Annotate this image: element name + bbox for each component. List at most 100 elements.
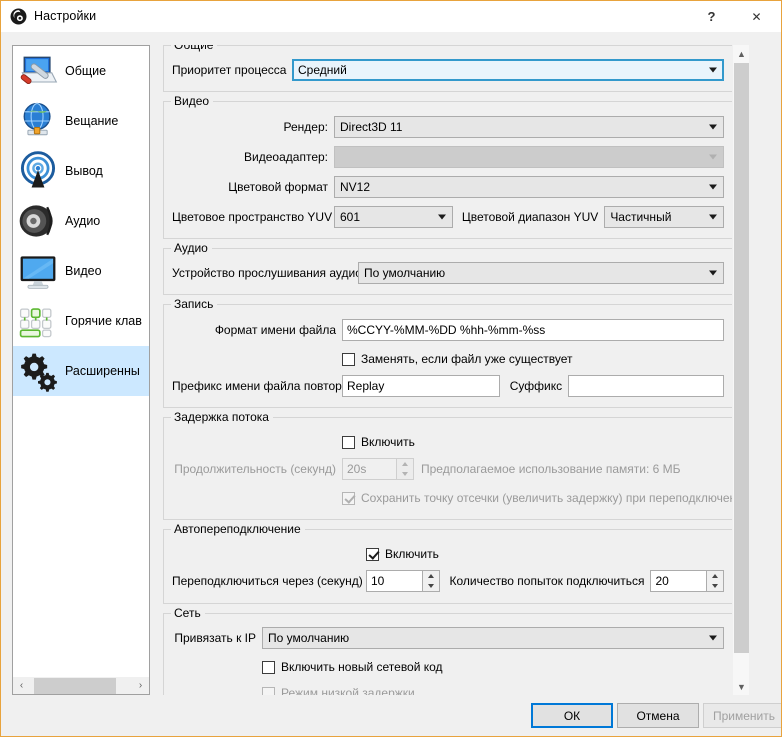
bind-to-ip-label: Привязать к IP [172, 631, 262, 645]
scrollbar-thumb[interactable] [734, 63, 749, 653]
sidebar-item-stream[interactable]: Вещание [13, 96, 149, 146]
auto-reconnect-enable-label: Включить [385, 547, 439, 561]
bind-to-ip-combo[interactable]: По умолчанию [262, 627, 724, 649]
content-vertical-scrollbar[interactable]: ▲ ▼ [732, 45, 749, 695]
color-format-combo[interactable]: NV12 [334, 176, 724, 198]
low-latency-label: Режим низкой задержки [281, 686, 415, 695]
stream-delay-duration-label: Продолжительность (секунд) [172, 462, 342, 476]
window-title: Настройки [34, 9, 96, 23]
overwrite-label: Заменять, если файл уже существует [361, 352, 573, 366]
filename-format-label: Формат имени файла [172, 323, 342, 337]
retry-delay-label: Переподключиться через (секунд) [172, 574, 366, 588]
audio-icon [16, 199, 60, 243]
scroll-down-icon[interactable]: ▼ [733, 678, 749, 695]
close-button[interactable]: ✕ [734, 1, 779, 32]
video-icon [16, 249, 60, 293]
sidebar-item-general[interactable]: Общие [13, 46, 149, 96]
settings-category-list[interactable]: Общие Вещание Вывод [12, 45, 150, 695]
row-filename-format: Формат имени файла %CCYY-%MM-%DD %hh-%mm… [172, 319, 724, 341]
spinner-down-icon[interactable] [707, 581, 723, 591]
memory-usage-hint: Предполагаемое использование памяти: 6 М… [421, 462, 681, 476]
group-auto-reconnect: Автопереподключение Включить Переподключ… [163, 529, 733, 604]
replay-prefix-input[interactable]: Replay [342, 375, 500, 397]
sidebar-item-hotkeys[interactable]: Горячие клав [13, 296, 149, 346]
row-overwrite: Заменять, если файл уже существует [342, 349, 724, 369]
max-retries-label: Количество попыток подключиться [440, 574, 651, 588]
apply-button: Применить [703, 703, 782, 728]
group-title: Видео [171, 94, 213, 108]
group-title: Аудио [171, 241, 212, 255]
chevron-down-icon [709, 68, 717, 73]
overwrite-checkbox[interactable] [342, 353, 355, 366]
yuv-color-space-combo[interactable]: 601 [334, 206, 453, 228]
chevron-down-icon [709, 215, 717, 220]
yuv-color-range-label: Цветовой диапазон YUV [453, 210, 604, 224]
yuv-color-space-label: Цветовое пространство YUV [172, 210, 334, 224]
yuv-color-range-combo[interactable]: Частичный [604, 206, 724, 228]
spinner-up-icon[interactable] [707, 571, 723, 581]
process-priority-label: Приоритет процесса [172, 63, 292, 77]
spinner-buttons[interactable] [422, 571, 439, 591]
sidebar-item-label: Аудио [65, 214, 100, 228]
sidebar-item-advanced[interactable]: Расширенны [13, 346, 149, 396]
stream-delay-duration-value: 20s [347, 462, 366, 476]
sidebar-item-label: Горячие клав [65, 314, 142, 328]
process-priority-value: Средний [298, 63, 347, 77]
sidebar-item-output[interactable]: Вывод [13, 146, 149, 196]
settings-content-pane: Общие Приоритет процесса Средний Видео Р… [161, 45, 749, 695]
sidebar-horizontal-scrollbar[interactable]: ‹ › [13, 676, 149, 694]
group-stream-delay: Задержка потока Включить Продолжительнос… [163, 417, 733, 520]
scrollbar-thumb[interactable] [34, 678, 116, 694]
spinner-up-icon[interactable] [423, 571, 439, 581]
output-icon [16, 149, 60, 193]
cancel-button[interactable]: Отмена [617, 703, 699, 728]
chevron-down-icon [709, 185, 717, 190]
row-bind-ip: Привязать к IP По умолчанию [172, 627, 724, 649]
group-network: Сеть Привязать к IP По умолчанию Включит… [163, 613, 733, 695]
obs-logo-icon [10, 8, 27, 25]
row-delay-enable: Включить [342, 432, 724, 452]
auto-reconnect-enable-checkbox[interactable] [366, 548, 379, 561]
scroll-up-icon[interactable]: ▲ [733, 45, 749, 62]
scroll-left-icon[interactable]: ‹ [13, 677, 30, 694]
dialog-footer: ОК Отмена Применить [1, 695, 781, 736]
new-socket-loop-checkbox[interactable] [262, 661, 275, 674]
hotkeys-icon [16, 299, 60, 343]
new-socket-loop-label: Включить новый сетевой код [281, 660, 443, 674]
retry-delay-spinner[interactable]: 10 [366, 570, 440, 592]
chevron-down-icon [709, 271, 717, 276]
replay-suffix-input[interactable] [568, 375, 724, 397]
filename-format-value: %CCYY-%MM-%DD %hh-%mm-%ss [347, 323, 545, 337]
group-audio: Аудио Устройство прослушивания аудио По … [163, 248, 733, 295]
row-new-socket-loop: Включить новый сетевой код [262, 657, 724, 677]
spinner-buttons[interactable] [706, 571, 723, 591]
preserve-cutoff-checkbox [342, 492, 355, 505]
renderer-combo[interactable]: Direct3D 11 [334, 116, 724, 138]
max-retries-spinner[interactable]: 20 [650, 570, 724, 592]
spinner-down-icon[interactable] [423, 581, 439, 591]
row-low-latency: Режим низкой задержки [262, 683, 724, 695]
sidebar-item-audio[interactable]: Аудио [13, 196, 149, 246]
stream-delay-duration-spinner: 20s [342, 458, 414, 480]
stream-delay-enable-checkbox[interactable] [342, 436, 355, 449]
color-format-label: Цветовой формат [172, 180, 334, 194]
filename-format-input[interactable]: %CCYY-%MM-%DD %hh-%mm-%ss [342, 319, 724, 341]
help-button[interactable]: ? [689, 1, 734, 32]
renderer-label: Рендер: [172, 120, 334, 134]
general-icon [16, 49, 60, 93]
sidebar-item-label: Общие [65, 64, 106, 78]
max-retries-value: 20 [655, 574, 668, 588]
group-title: Общие [171, 45, 217, 52]
advanced-icon [16, 349, 60, 393]
sidebar-item-video[interactable]: Видео [13, 246, 149, 296]
retry-delay-value: 10 [371, 574, 384, 588]
stream-delay-enable-label: Включить [361, 435, 415, 449]
preserve-cutoff-label: Сохранить точку отсечки (увеличить задер… [361, 491, 749, 505]
sidebar-item-label: Расширенны [65, 364, 140, 378]
ok-button[interactable]: ОК [531, 703, 613, 728]
monitoring-device-combo[interactable]: По умолчанию [358, 262, 724, 284]
color-format-value: NV12 [340, 180, 370, 194]
process-priority-combo[interactable]: Средний [292, 59, 724, 81]
scroll-right-icon[interactable]: › [132, 677, 149, 694]
sidebar-item-label: Видео [65, 264, 102, 278]
